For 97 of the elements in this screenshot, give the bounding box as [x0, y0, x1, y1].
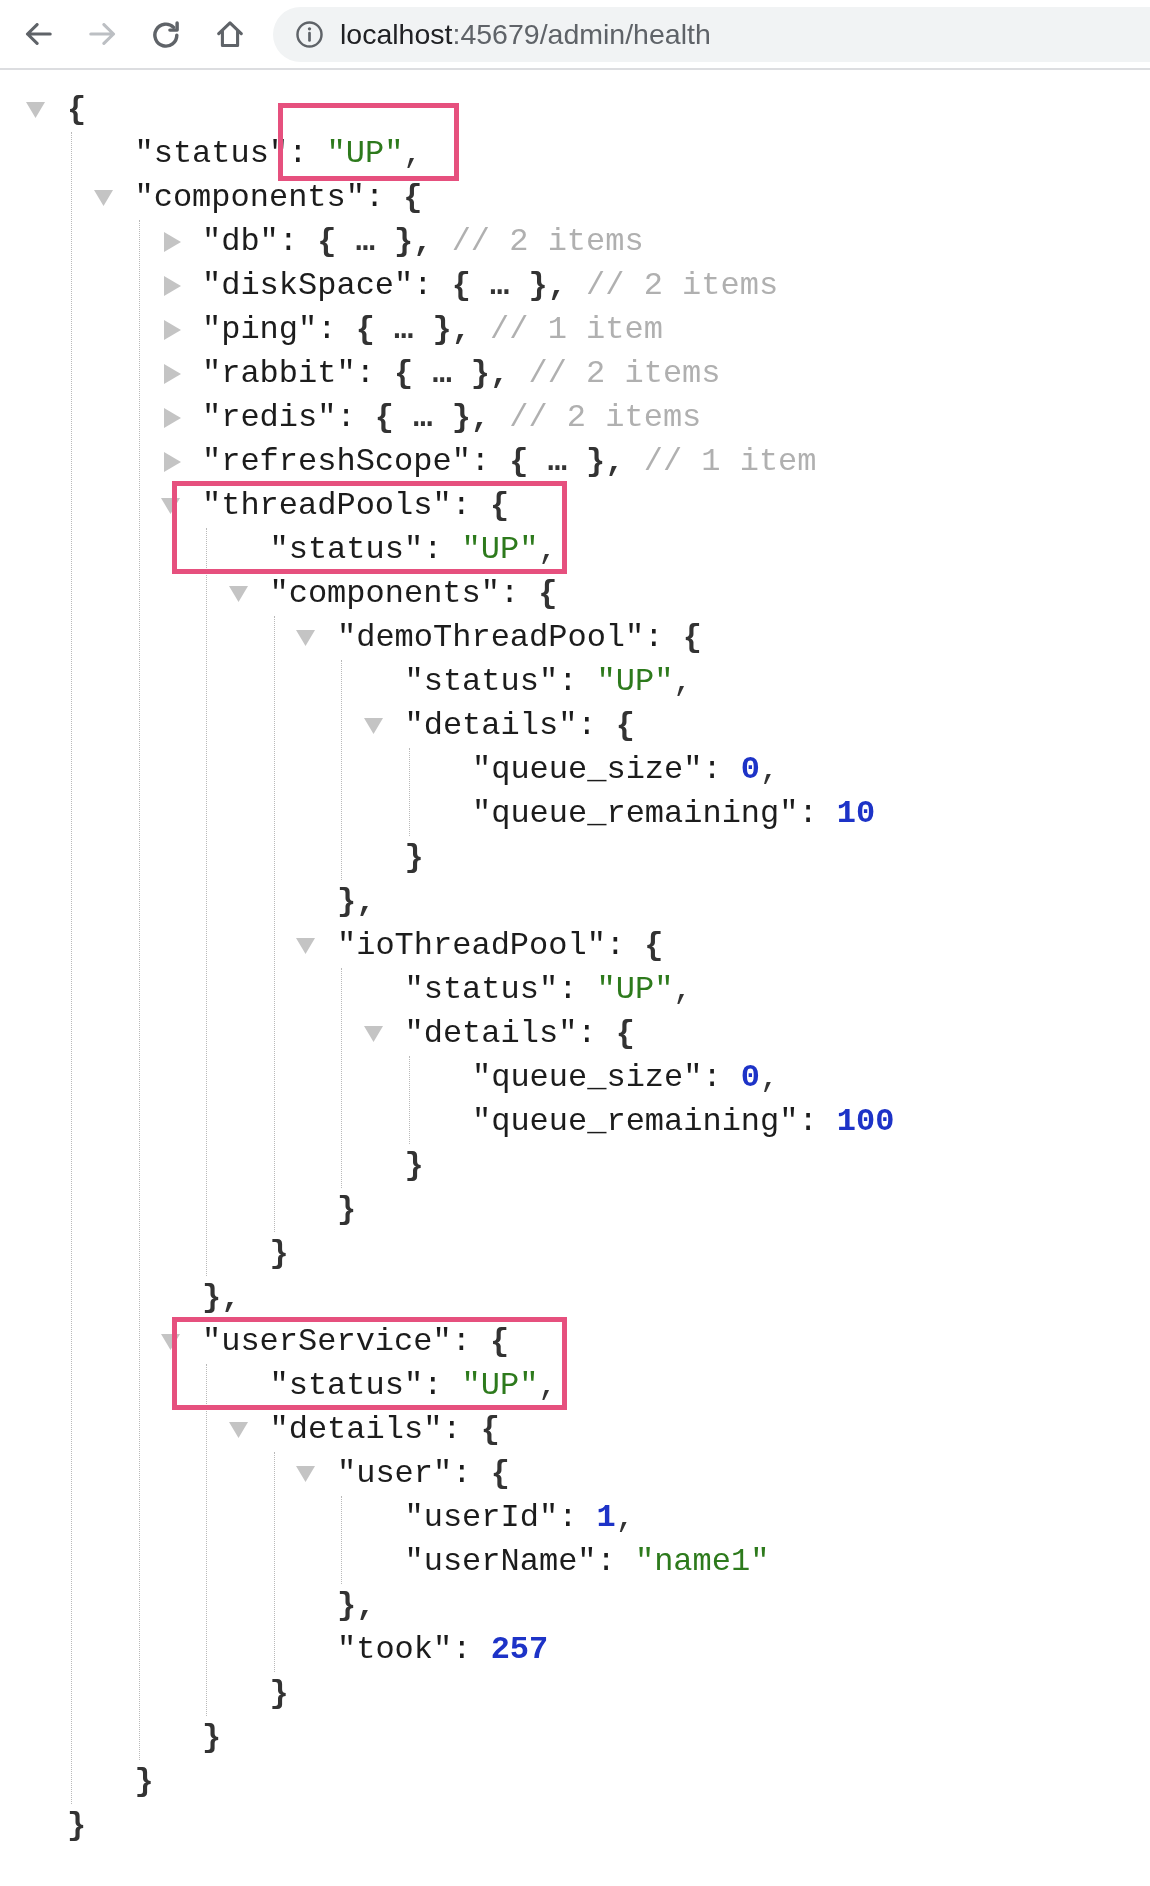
disclosure-triangle-icon[interactable]: [296, 938, 315, 954]
close-brace: }: [337, 1190, 357, 1230]
disclosure-triangle-icon[interactable]: [164, 408, 181, 428]
open-brace: {: [615, 1014, 635, 1054]
item-count-comment: // 1 item: [643, 442, 817, 482]
open-brace: {: [682, 618, 702, 658]
open-brace: {: [480, 1410, 500, 1450]
item-count-comment: // 2 items: [586, 266, 779, 306]
close-brace: },: [337, 1586, 376, 1626]
close-brace: },: [202, 1278, 241, 1318]
disclosure-triangle-icon[interactable]: [228, 1422, 248, 1438]
disclosure-triangle-icon[interactable]: [363, 718, 383, 734]
open-brace: {: [67, 90, 87, 130]
json-key: "queue_size":: [472, 748, 722, 792]
string-value: "UP",: [596, 662, 693, 702]
string-value: "name1": [634, 1542, 770, 1582]
disclosure-triangle-icon[interactable]: [93, 190, 113, 206]
address-bar[interactable]: localhost:45679/admin/health: [273, 6, 1150, 62]
open-brace: {: [615, 706, 635, 746]
reload-icon: [153, 20, 179, 48]
number-value: 0,: [740, 750, 780, 790]
json-key: "user":: [337, 1452, 472, 1496]
collapsed-preview: { … },: [374, 398, 491, 438]
info-icon[interactable]: [296, 20, 323, 48]
back-arrow-icon: [24, 23, 52, 45]
close-brace: }: [67, 1806, 87, 1846]
disclosure-triangle-icon[interactable]: [296, 1466, 315, 1482]
json-key: "status":: [404, 968, 578, 1012]
close-brace: }: [404, 838, 424, 878]
open-brace: {: [490, 486, 510, 526]
json-key: "userName":: [404, 1540, 616, 1584]
number-value: 257: [490, 1630, 549, 1670]
json-key: "refreshScope":: [202, 440, 491, 484]
collapsed-preview: { … },: [394, 354, 510, 394]
json-key: "details":: [404, 704, 597, 748]
string-value: "UP",: [461, 530, 558, 570]
disclosure-triangle-icon[interactable]: [161, 498, 180, 514]
disclosure-triangle-icon[interactable]: [164, 232, 181, 252]
item-count-comment: // 2 items: [509, 398, 702, 438]
home-icon: [217, 21, 243, 47]
item-count-comment: // 2 items: [451, 222, 644, 262]
disclosure-triangle-icon[interactable]: [228, 586, 248, 602]
open-brace: {: [490, 1454, 510, 1494]
number-value: 100: [836, 1102, 895, 1142]
json-key: "ioThreadPool":: [337, 924, 626, 968]
json-key: "details":: [269, 1408, 462, 1452]
close-brace: }: [269, 1234, 289, 1274]
json-key: "status":: [404, 660, 578, 704]
number-value: 1,: [596, 1498, 635, 1538]
json-key: "threadPools":: [202, 484, 471, 528]
disclosure-triangle-icon[interactable]: [296, 630, 315, 646]
collapsed-preview: { … },: [317, 222, 433, 262]
string-value: "UP",: [596, 970, 693, 1010]
open-brace: {: [403, 178, 423, 218]
json-key: "diskSpace":: [202, 264, 433, 308]
json-key: "queue_size":: [472, 1056, 722, 1100]
json-key: "status":: [269, 528, 443, 572]
collapsed-preview: { … },: [509, 442, 625, 482]
json-key: "db":: [202, 220, 298, 264]
json-key: "components":: [134, 176, 385, 220]
json-key: "queue_remaining":: [472, 1100, 818, 1144]
disclosure-triangle-icon[interactable]: [164, 364, 181, 384]
json-key: "components":: [269, 572, 520, 616]
json-key: "userService":: [202, 1320, 471, 1364]
json-key: "rabbit":: [202, 352, 375, 396]
number-value: 10: [836, 794, 876, 834]
json-key: "demoThreadPool":: [337, 616, 664, 660]
string-value: "UP",: [326, 134, 423, 174]
json-key: "queue_remaining":: [472, 792, 818, 836]
url-text: localhost:45679/admin/health: [340, 16, 711, 52]
disclosure-triangle-icon[interactable]: [161, 1334, 180, 1350]
close-brace: }: [202, 1718, 222, 1758]
open-brace: {: [538, 574, 558, 614]
disclosure-triangle-icon[interactable]: [363, 1026, 383, 1042]
close-brace: }: [269, 1674, 289, 1714]
string-value: "UP",: [461, 1366, 558, 1406]
forward-arrow-icon: [88, 23, 116, 45]
disclosure-triangle-icon[interactable]: [164, 276, 181, 296]
close-brace: }: [404, 1146, 424, 1186]
json-key: "details":: [404, 1012, 597, 1056]
disclosure-triangle-icon[interactable]: [26, 102, 45, 118]
json-key: "ping":: [202, 308, 337, 352]
json-key: "redis":: [202, 396, 356, 440]
open-brace: {: [490, 1322, 510, 1362]
json-key: "status":: [269, 1364, 443, 1408]
json-key: "userId":: [404, 1496, 578, 1540]
collapsed-preview: { … },: [355, 310, 471, 350]
close-brace: },: [337, 882, 376, 922]
number-value: 0,: [740, 1058, 780, 1098]
json-key: "took":: [337, 1628, 472, 1672]
close-brace: }: [134, 1762, 154, 1802]
disclosure-triangle-icon[interactable]: [164, 452, 181, 472]
disclosure-triangle-icon[interactable]: [164, 320, 181, 340]
collapsed-preview: { … },: [451, 266, 567, 306]
open-brace: {: [644, 926, 664, 966]
item-count-comment: // 2 items: [528, 354, 721, 394]
item-count-comment: // 1 item: [490, 310, 663, 350]
